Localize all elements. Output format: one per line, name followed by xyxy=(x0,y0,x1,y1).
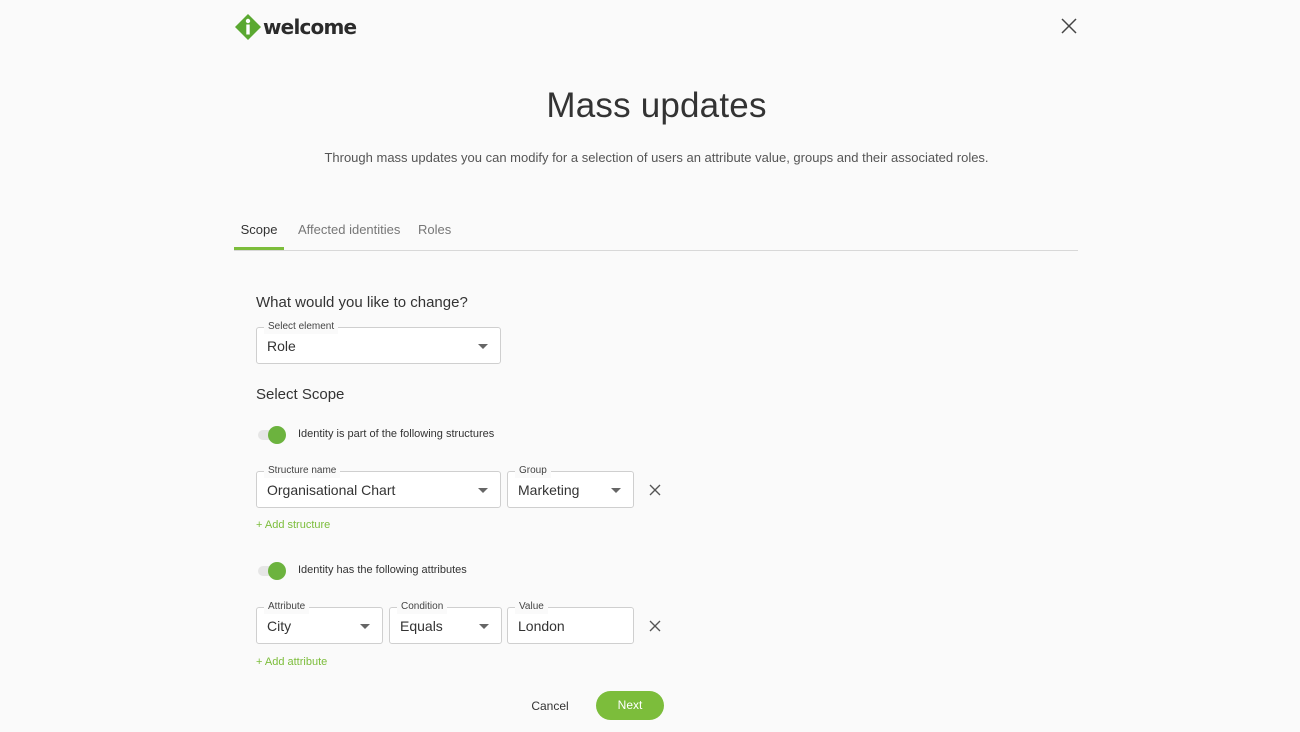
cancel-button[interactable]: Cancel xyxy=(528,696,572,716)
tab-bar: Scope Affected identities Roles xyxy=(234,216,1078,251)
structure-name-label: Structure name xyxy=(264,464,341,478)
structures-toggle[interactable] xyxy=(256,424,286,444)
structures-toggle-label: Identity is part of the following struct… xyxy=(298,428,495,440)
group-dropdown[interactable]: Group Marketing xyxy=(507,464,634,508)
remove-icon xyxy=(649,484,661,496)
chevron-down-icon xyxy=(611,488,621,493)
remove-icon xyxy=(649,620,661,632)
remove-attribute-button[interactable] xyxy=(648,619,662,633)
change-question: What would you like to change? xyxy=(256,294,468,311)
toggle-knob xyxy=(268,562,286,580)
condition-label: Condition xyxy=(397,600,448,614)
tab-scope[interactable]: Scope xyxy=(234,216,284,250)
select-element-dropdown[interactable]: Select element Role xyxy=(256,320,501,364)
chevron-down-icon xyxy=(360,624,370,629)
group-value: Marketing xyxy=(518,482,580,498)
toggle-knob xyxy=(268,426,286,444)
tab-roles[interactable]: Roles xyxy=(418,216,451,250)
logo-mark-icon xyxy=(235,14,261,40)
attribute-value: City xyxy=(267,618,292,634)
close-icon xyxy=(1061,18,1077,34)
attributes-toggle-label: Identity has the following attributes xyxy=(298,564,467,576)
structure-name-dropdown[interactable]: Structure name Organisational Chart xyxy=(256,464,501,508)
condition-value: Equals xyxy=(400,618,443,634)
chevron-down-icon xyxy=(478,488,488,493)
chevron-down-icon xyxy=(478,344,488,349)
group-label: Group xyxy=(515,464,551,478)
brand-logo: welcome xyxy=(235,14,357,40)
remove-structure-button[interactable] xyxy=(648,483,662,497)
page-title: Mass updates xyxy=(546,86,767,125)
attribute-label: Attribute xyxy=(264,600,310,614)
scope-title: Select Scope xyxy=(256,386,345,403)
add-structure-link[interactable]: + Add structure xyxy=(256,519,330,531)
attribute-dropdown[interactable]: Attribute City xyxy=(256,600,383,644)
select-element-label: Select element xyxy=(264,320,339,334)
attributes-toggle[interactable] xyxy=(256,560,286,580)
chevron-down-icon xyxy=(479,624,489,629)
page-subtitle: Through mass updates you can modify for … xyxy=(324,150,989,165)
structure-name-value: Organisational Chart xyxy=(267,482,396,498)
next-button[interactable]: Next xyxy=(596,691,664,720)
brand-name: welcome xyxy=(263,15,357,39)
add-attribute-link[interactable]: + Add attribute xyxy=(256,656,327,668)
value-label: Value xyxy=(515,600,548,614)
condition-dropdown[interactable]: Condition Equals xyxy=(389,600,502,644)
tab-affected-identities[interactable]: Affected identities xyxy=(298,216,400,250)
value-input[interactable]: Value London xyxy=(507,600,634,644)
value-text: London xyxy=(518,618,565,634)
close-button[interactable] xyxy=(1058,15,1080,37)
select-element-value: Role xyxy=(267,338,296,354)
